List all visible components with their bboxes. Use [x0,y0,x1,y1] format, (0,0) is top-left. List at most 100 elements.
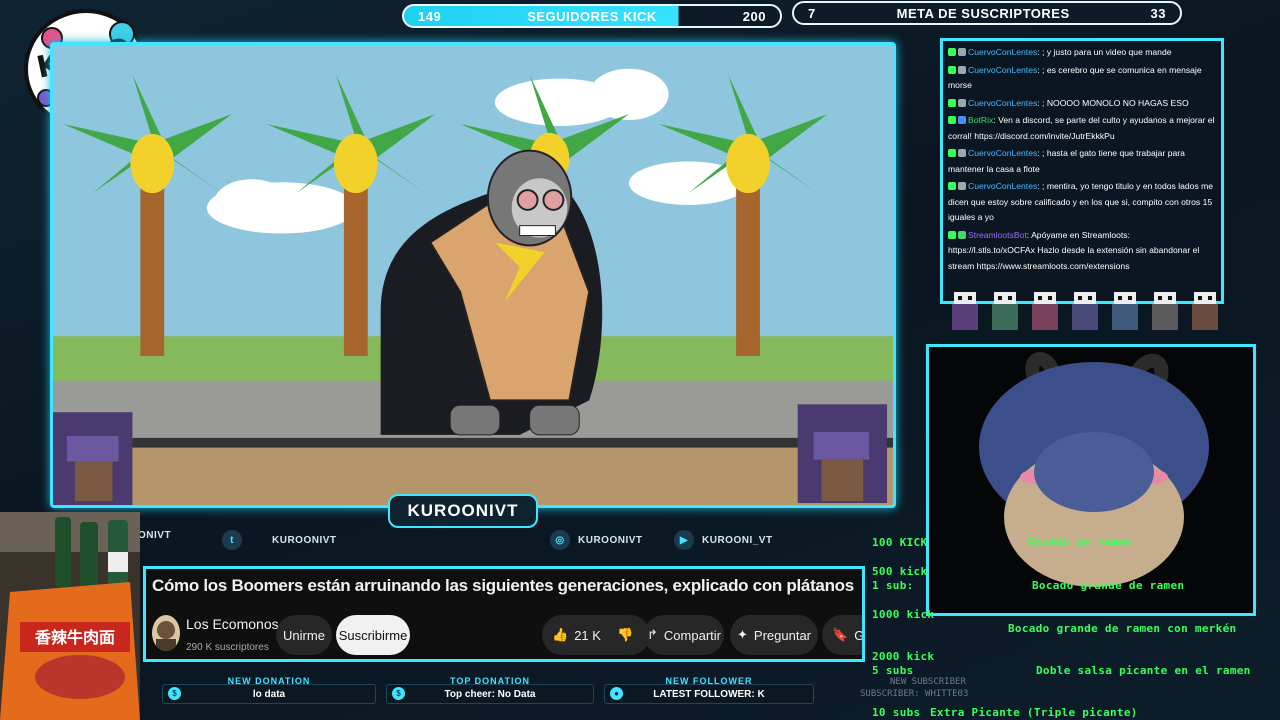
share-label: Compartir [663,627,721,643]
social-twitter[interactable]: t KUROONIVT [222,530,337,550]
like-dislike-group[interactable]: 👍 21 K 👎 [542,615,650,655]
reward-cost: 100 KICK [872,536,928,549]
thumbs-up-icon[interactable]: 👍 [552,627,568,643]
money-bag-icon: $ [392,687,405,700]
channel-avatar[interactable] [152,615,180,651]
reward-description: Extra Picante (Triple picante) [930,706,1138,719]
social-partial: ONIVT [138,530,171,541]
reward-cost: 1 sub: [872,579,914,592]
join-button[interactable]: Unirme [276,615,332,655]
video-title[interactable]: Cómo los Boomers están arruinando las si… [152,576,854,596]
user-badge-icon [958,48,966,56]
subs-goal-start: 7 [808,5,816,21]
pixel-emote-icon [1192,292,1218,330]
reward-description: Bocado de ramen [1028,536,1132,549]
pixel-emote-icon [1152,292,1178,330]
chat-message: BotRix: Ven a discord, se parte del cult… [948,113,1216,144]
twitter-handle: KUROONIVT [272,534,337,546]
user-badge-icon [958,230,966,239]
chat-username[interactable]: CuervoConLentes [968,181,1037,191]
subs-goal-label: META DE SUSCRIPTORES [896,5,1070,21]
chat-message: CuervoConLentes: ; hasta el gato tiene q… [948,146,1216,177]
chat-username[interactable]: CuervoConLentes [968,47,1037,57]
chat-text: : ; NOOOO MONOLO NO HAGAS ESO [1037,97,1189,108]
social-youtube[interactable]: ▶ KUROONI_VT [674,530,773,550]
top-donation-value: Top cheer: No Data [444,688,536,700]
reward-cost: 10 subs [872,706,921,719]
chat-username[interactable]: BotRix [968,115,993,125]
channel-name[interactable]: Los Ecomonos [186,616,279,632]
user-badge-icon [958,182,966,190]
bookmark-icon: 🔖 [832,627,849,642]
chat-username[interactable]: CuervoConLentes [968,65,1037,75]
new-subscriber-value: SUBSCRIBER: WHITTE03 [860,689,969,699]
reward-description: Bocado grande de ramen con merkén [1008,622,1237,635]
reward-cost: 2000 kick [872,650,935,663]
user-icon: ● [610,687,623,700]
chat-username[interactable]: CuervoConLentes [968,98,1037,108]
food-cam: 香辣牛肉面 [0,512,140,720]
kick-badge-icon [948,182,956,190]
streamer-nametag: KUROONIVT [388,494,538,528]
chat-message: CuervoConLentes: ; NOOOO MONOLO NO HAGAS… [948,96,1216,112]
kick-badge-icon [948,65,956,74]
pixel-emote-icon [1072,292,1098,330]
kick-badge-icon [948,48,956,56]
reward-cost: 1000 kick [872,608,935,621]
share-icon: ↱ [647,627,658,642]
coin-icon: $ [168,687,181,700]
like-count: 21 K [574,627,601,643]
chat-message: CuervoConLentes: ; mentira, yo tengo tit… [948,179,1216,226]
chat-username[interactable]: CuervoConLentes [968,148,1037,158]
new-follower-value: LATEST FOLLOWER: K [653,688,765,700]
chat-message: CuervoConLentes: ; y justo para un video… [948,45,1216,61]
kick-badge-icon [948,116,956,124]
social-partial-handle: ONIVT [138,530,172,541]
reward-description: Bocado grande de ramen [1032,579,1185,592]
instagram-handle: KUROONIVT [578,534,643,546]
kick-badge-icon [948,149,956,157]
user-badge-icon [958,116,966,124]
subs-goal-bar: 7 META DE SUSCRIPTORES 33 [792,1,1182,25]
kick-goal-start: 149 [418,8,442,24]
share-button[interactable]: ↱ Compartir [644,615,724,655]
save-button[interactable]: 🔖 Gu [822,615,865,655]
social-instagram[interactable]: ◎ KUROONIVT [550,530,643,550]
youtube-icon: ▶ [674,530,694,550]
chat-message: CuervoConLentes: ; es cerebro que se com… [948,63,1216,94]
kick-followers-goal-bar: 149 SEGUIDORES KICK 200 [402,4,782,28]
user-badge-icon [958,65,966,74]
pixel-emote-icon [992,292,1018,330]
new-subscriber-label: NEW SUBSCRIBER [890,677,966,687]
user-badge-icon [958,98,966,107]
chat-panel[interactable]: CuervoConLentes: ; y justo para un video… [940,38,1224,304]
video-player[interactable] [50,42,896,508]
new-subscriber-alert: NEW SUBSCRIBER SUBSCRIBER: WHITTE03 [856,676,968,700]
subscribe-button[interactable]: Suscribirme [336,615,410,655]
kick-goal-target: 200 [742,8,766,24]
chat-username[interactable]: StreamlootsBot [968,230,1027,240]
new-donation-value: lo data [252,688,286,700]
pixel-emote-icon [1112,292,1138,330]
instagram-icon: ◎ [550,530,570,550]
new-donation-alert: NEW DONATION lo data $ [162,676,376,706]
pixel-emote-icon [952,292,978,330]
stream-overlay: 149 SEGUIDORES KICK 200 7 META DE SUSCRI… [0,0,1280,720]
chat-text: : ; y justo para un video que mande [1037,47,1172,57]
youtube-video-info[interactable]: Cómo los Boomers están arruinando las si… [143,566,865,662]
sparkle-icon: ✦ [737,627,748,642]
emote-strip [948,282,1228,332]
channel-subscribers: 290 K suscriptores [186,642,269,653]
thumbs-down-icon[interactable]: 👎 [617,627,633,643]
top-donation-alert: TOP DONATION Top cheer: No Data $ [386,676,594,706]
kick-goal-label: SEGUIDORES KICK [527,8,657,24]
ask-button[interactable]: ✦ Preguntar [730,615,818,655]
user-badge-icon [958,149,966,157]
youtube-handle: KUROONI_VT [702,534,773,546]
ask-label: Preguntar [753,627,811,643]
chat-message: StreamlootsBot: Apóyame en Streamloots: … [948,228,1216,275]
reward-description: Doble salsa picante en el ramen [1036,664,1251,677]
save-label: Gu [854,627,865,643]
twitter-icon: t [222,530,242,550]
kick-badge-icon [948,230,956,239]
